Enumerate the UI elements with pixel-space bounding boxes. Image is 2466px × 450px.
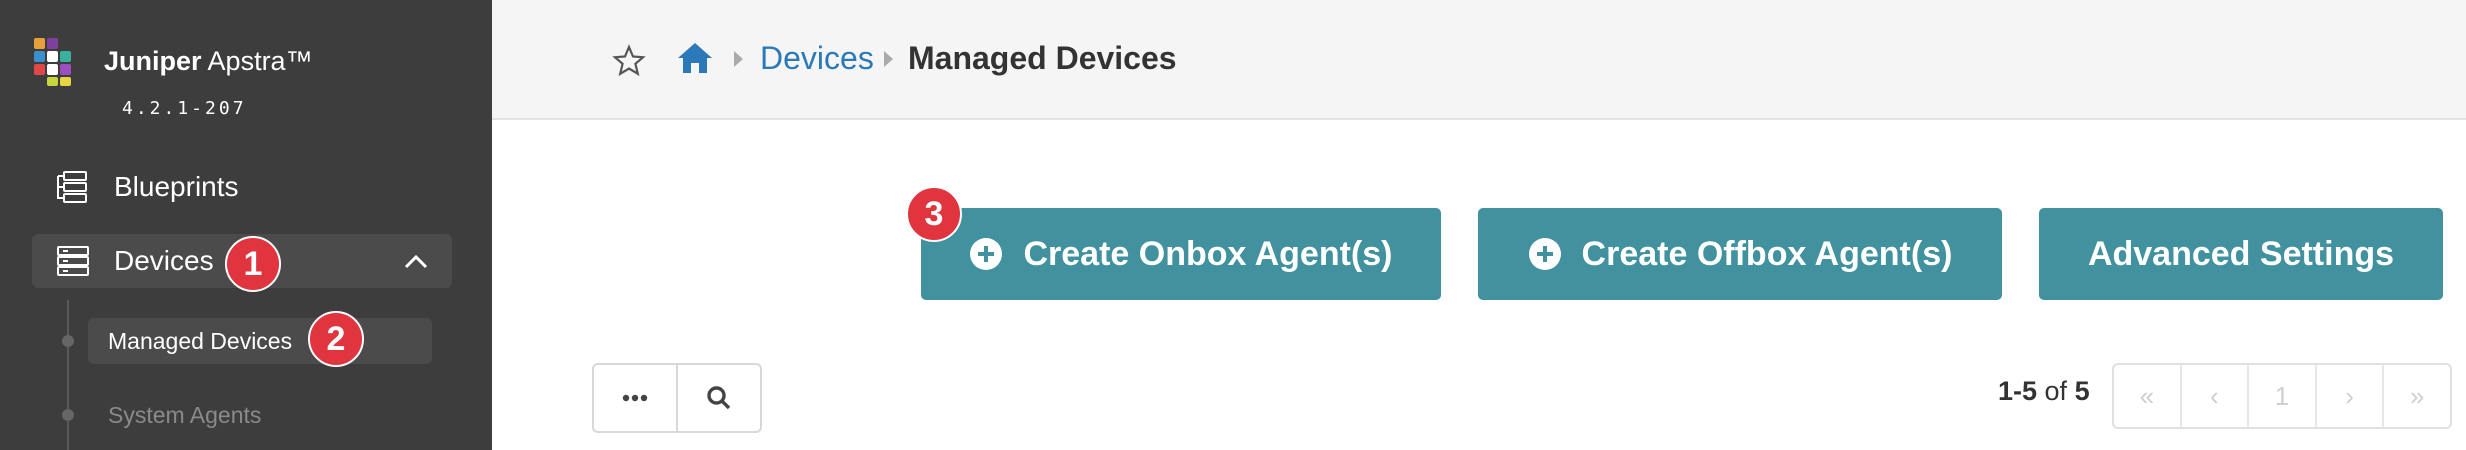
submenu-line [67, 300, 69, 450]
brand-name: Juniper Apstra™ [104, 46, 313, 77]
sidebar-subitem-system-agents[interactable]: System Agents [88, 392, 432, 438]
step-badge-3: 3 [906, 186, 962, 242]
step-badge-2: 2 [308, 311, 364, 367]
pagination-total: 5 [2074, 376, 2090, 406]
sidebar-item-blueprints[interactable]: Blueprints [32, 160, 452, 214]
brand-rest: Apstra™ [201, 46, 313, 76]
page-title: Managed Devices [908, 40, 1177, 76]
next-page-button[interactable]: › [2314, 365, 2383, 427]
breadcrumb-separator-icon [884, 51, 893, 67]
plus-circle-icon [1528, 238, 1561, 270]
previous-page-button[interactable]: ‹ [2179, 365, 2248, 427]
search-icon [707, 386, 731, 410]
pagination-of: of [2037, 376, 2075, 406]
search-button[interactable] [676, 365, 760, 431]
ellipsis-icon [622, 394, 648, 402]
create-offbox-agents-button[interactable]: Create Offbox Agent(s) [1478, 208, 2002, 300]
sidebar-item-label: Blueprints [114, 171, 239, 202]
pagination-range: 1-5 [1998, 376, 2038, 406]
more-options-button[interactable] [594, 365, 676, 431]
create-onbox-agents-button[interactable]: Create Onbox Agent(s) [921, 208, 1441, 300]
devices-icon [57, 246, 89, 276]
submenu-dot [62, 335, 74, 347]
brand-bold: Juniper [104, 46, 202, 76]
chevron-up-icon[interactable] [402, 248, 430, 276]
last-page-button[interactable]: » [2382, 365, 2450, 427]
sidebar: Juniper Apstra™ 4.2.1-207 Blueprints Dev… [0, 0, 492, 450]
sidebar-item-label: Devices [114, 245, 214, 276]
pagination-count: 1-5 of 5 [1998, 376, 2090, 407]
button-label: Create Onbox Agent(s) [1023, 234, 1393, 273]
breadcrumb-separator-icon [734, 51, 743, 67]
current-page-number[interactable]: 1 [2247, 365, 2315, 427]
button-label: Create Offbox Agent(s) [1581, 234, 1953, 273]
pagination-controls: « ‹ 1 › » [2112, 363, 2452, 429]
advanced-settings-button[interactable]: Advanced Settings [2039, 208, 2443, 300]
button-label: Advanced Settings [2087, 234, 2395, 273]
table-toolbar [592, 363, 762, 433]
plus-circle-icon [970, 238, 1003, 270]
apstra-logo [34, 38, 82, 86]
first-page-button[interactable]: « [2114, 365, 2180, 427]
step-badge-1: 1 [225, 236, 281, 292]
breadcrumb-devices-link[interactable]: Devices [760, 40, 874, 77]
sidebar-subitem-managed-devices[interactable]: Managed Devices [88, 318, 432, 364]
blueprints-icon [57, 171, 87, 203]
version-label: 4.2.1-207 [122, 98, 247, 119]
submenu-dot [62, 409, 74, 421]
home-icon[interactable] [676, 40, 714, 76]
favorite-star-icon[interactable] [612, 44, 646, 78]
